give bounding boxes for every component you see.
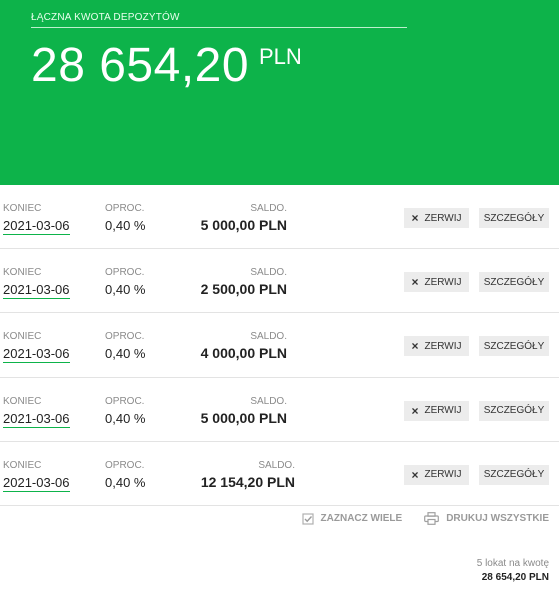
rate-value: 0,40 %	[105, 474, 146, 490]
rate-label: OPROC.	[105, 203, 145, 214]
select-many-label: ZAZNACZ WIELE	[320, 513, 403, 524]
deposit-row: KONIEC 2021-03-06 OPROC. 0,40 % SALDO. 5…	[0, 378, 559, 442]
break-deposit-label: ZERWIJ	[424, 469, 462, 481]
deposit-row: KONIEC 2021-03-06 OPROC. 0,40 % SALDO. 2…	[0, 249, 559, 314]
total-deposits-amount: 28 654,20	[31, 39, 250, 92]
balance-label: SALDO.	[250, 331, 287, 343]
end-date-label: KONIEC	[3, 331, 42, 343]
print-all-label: DRUKUJ WSZYSTKIE	[446, 513, 549, 524]
break-deposit-label: ZERWIJ	[424, 212, 462, 224]
printer-icon	[424, 512, 440, 525]
deposit-row: KONIEC 2021-03-06 OPROC. 0,40 % SALDO. 4…	[0, 313, 559, 378]
deposits-summary-header: ŁĄCZNA KWOTA DEPOZYTÓW 28 654,20 PLN	[0, 0, 559, 185]
total-deposits-currency: PLN	[259, 44, 302, 69]
end-date-label: KONIEC	[3, 267, 42, 279]
break-deposit-button[interactable]: × ZERWIJ	[404, 464, 469, 485]
close-icon: ×	[411, 275, 419, 290]
total-deposits-label: ŁĄCZNA KWOTA DEPOZYTÓW	[31, 12, 180, 23]
rate-label: OPROC.	[105, 331, 145, 343]
break-deposit-label: ZERWIJ	[424, 340, 462, 352]
details-button[interactable]: SZCZEGÓŁY	[479, 336, 549, 357]
break-deposit-button[interactable]: × ZERWIJ	[404, 208, 469, 228]
balance-value: 12 154,20 PLN	[200, 473, 295, 490]
details-button[interactable]: SZCZEGÓŁY	[479, 208, 549, 228]
close-icon: ×	[411, 467, 419, 482]
break-deposit-label: ZERWIJ	[424, 276, 462, 288]
close-icon: ×	[411, 211, 419, 225]
rate-label: OPROC.	[105, 395, 145, 407]
list-actions: ZAZNACZ WIELE DRUKUJ WSZYSTKIE	[301, 512, 549, 525]
end-date-value: 2021-03-06	[3, 346, 70, 364]
select-many-button[interactable]: ZAZNACZ WIELE	[301, 512, 403, 525]
rate-value: 0,40 %	[105, 346, 146, 362]
print-all-button[interactable]: DRUKUJ WSZYSTKIE	[424, 512, 549, 525]
rate-value: 0,40 %	[105, 282, 146, 298]
end-date-value: 2021-03-06	[3, 282, 70, 300]
break-deposit-button[interactable]: × ZERWIJ	[404, 400, 469, 421]
balance-label: SALDO.	[258, 459, 295, 471]
end-date-label: KONIEC	[3, 395, 42, 407]
end-date-value: 2021-03-06	[3, 474, 70, 492]
balance-label: SALDO.	[250, 395, 287, 407]
end-date-value: 2021-03-06	[3, 218, 70, 235]
break-deposit-button[interactable]: × ZERWIJ	[404, 336, 469, 357]
close-icon: ×	[411, 339, 419, 354]
deposits-list: KONIEC 2021-03-06 OPROC. 0,40 % SALDO. 5…	[0, 185, 559, 506]
balance-value: 2 500,00 PLN	[200, 281, 287, 298]
deposit-row: KONIEC 2021-03-06 OPROC. 0,40 % SALDO. 5…	[0, 185, 559, 250]
rate-value: 0,40 %	[105, 218, 146, 233]
rate-value: 0,40 %	[105, 410, 146, 426]
break-deposit-label: ZERWIJ	[424, 405, 462, 417]
rate-label: OPROC.	[105, 267, 145, 279]
end-date-label: KONIEC	[3, 203, 42, 214]
deposits-count-text: 5 lokat na kwotę	[476, 558, 549, 569]
rate-label: OPROC.	[105, 459, 145, 471]
header-divider	[31, 27, 407, 28]
details-button[interactable]: SZCZEGÓŁY	[479, 400, 549, 421]
end-date-value: 2021-03-06	[3, 410, 70, 428]
details-button[interactable]: SZCZEGÓŁY	[479, 464, 549, 485]
balance-label: SALDO.	[250, 203, 287, 214]
details-button[interactable]: SZCZEGÓŁY	[479, 272, 549, 293]
close-icon: ×	[411, 403, 419, 418]
balance-value: 5 000,00 PLN	[200, 409, 287, 426]
balance-value: 4 000,00 PLN	[200, 345, 287, 362]
deposits-total-amount: 28 654,20 PLN	[481, 572, 549, 583]
deposit-row: KONIEC 2021-03-06 OPROC. 0,40 % SALDO. 1…	[0, 442, 559, 506]
balance-value: 5 000,00 PLN	[200, 217, 287, 233]
break-deposit-button[interactable]: × ZERWIJ	[404, 272, 469, 293]
balance-label: SALDO.	[250, 267, 287, 279]
checkbox-icon	[301, 512, 314, 525]
end-date-label: KONIEC	[3, 459, 42, 471]
